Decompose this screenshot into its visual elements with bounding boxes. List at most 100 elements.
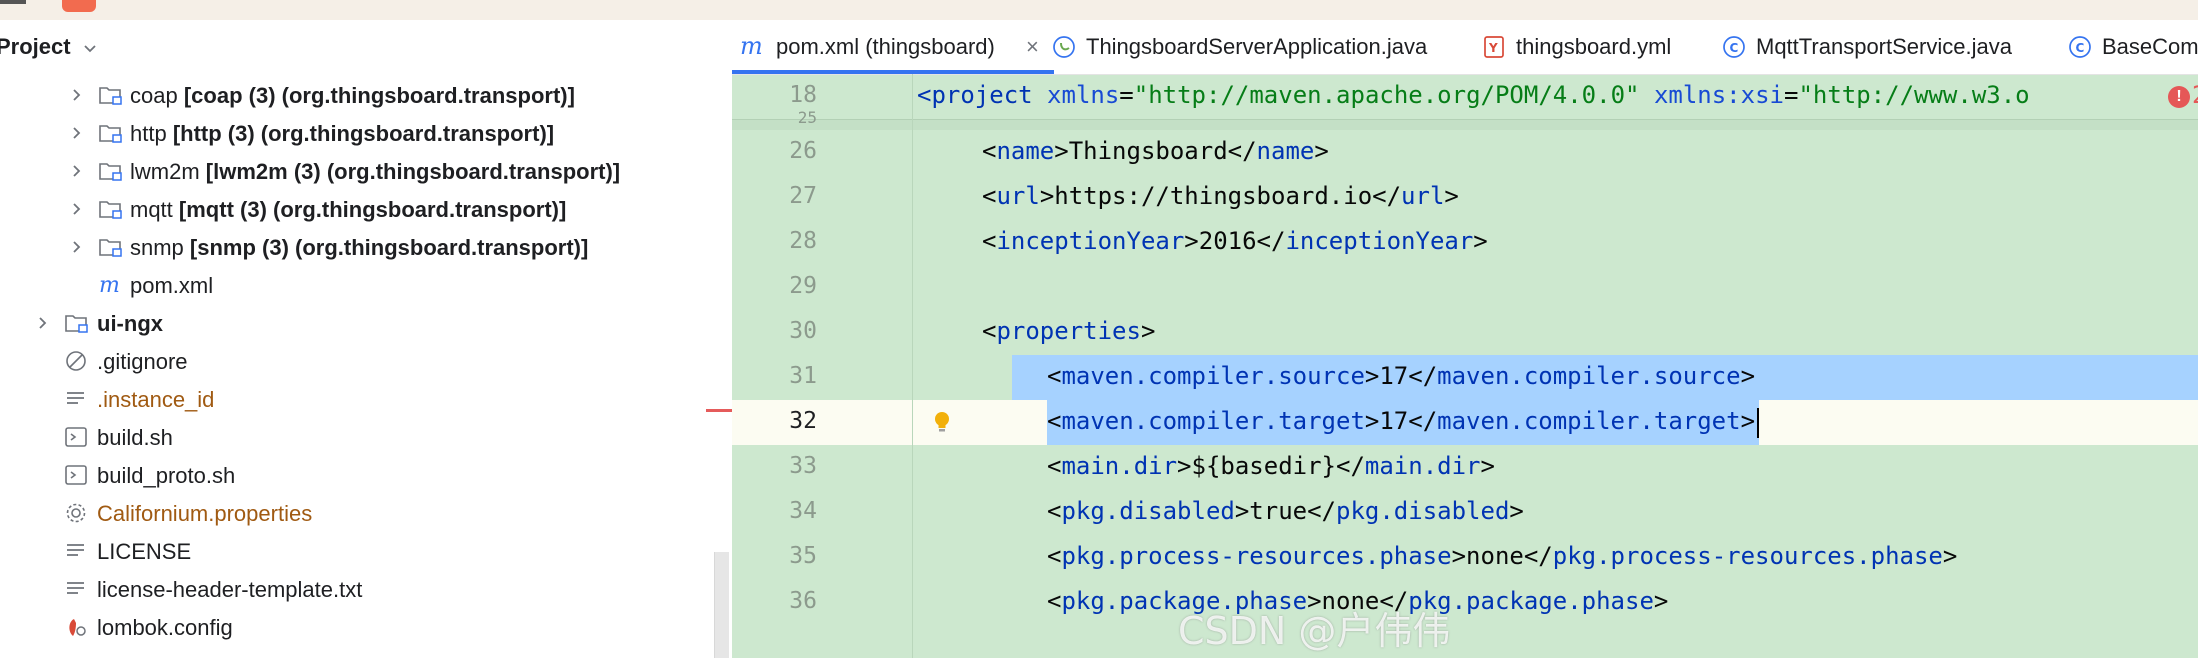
code-area[interactable]: 18 <project xmlns="http://maven.apache.or…: [732, 74, 2198, 658]
maven-icon: m: [740, 34, 763, 60]
code-line[interactable]: 26 <name>Thingsboard</name>: [732, 130, 2198, 175]
module-folder-icon: [99, 125, 122, 143]
tree-item-name: lwm2m: [130, 159, 200, 184]
code-line[interactable]: 18 <project xmlns="http://maven.apache.or…: [732, 74, 2198, 119]
tree-item-name: LICENSE: [97, 539, 192, 564]
close-icon[interactable]: ×: [1026, 34, 1039, 60]
folded-region[interactable]: 25: [732, 108, 2198, 130]
tree-item-detail: [lwm2m (3) (org.thingsboard.transport)]: [205, 159, 621, 184]
yaml-file-icon: Y: [1484, 36, 1504, 58]
change-marker: [706, 409, 732, 412]
code-line[interactable]: 33 <main.dir>${basedir}</main.dir>: [732, 445, 2198, 490]
code-text: <pkg.disabled>true</pkg.disabled>: [1047, 497, 1524, 525]
chili-config-icon: [69, 619, 86, 636]
code-line[interactable]: 36 <pkg.package.phase>none</pkg.package.p…: [732, 580, 2198, 625]
tree-item-detail: [mqtt (3) (org.thingsboard.transport)]: [178, 197, 567, 222]
tree-item-instance-id[interactable]: .instance_id: [0, 380, 732, 418]
line-number: 18: [789, 82, 817, 108]
tree-item-license[interactable]: LICENSE: [0, 532, 732, 570]
chevron-right-icon[interactable]: [68, 125, 84, 141]
line-number: 35: [789, 543, 817, 569]
error-badge-icon[interactable]: !: [2168, 86, 2190, 108]
text-file-icon: [67, 544, 84, 556]
tree-item-name: pom.xml: [130, 273, 214, 298]
tree-item-name: Californium.properties: [97, 501, 313, 526]
tree-item-build-proto-sh[interactable]: build_proto.sh: [0, 456, 732, 494]
main-menu-icon[interactable]: [0, 0, 26, 4]
tree-item-pom-xml[interactable]: m pom.xml: [0, 266, 732, 304]
tab-mqtt-transport-service[interactable]: C MqttTransportService.java: [1722, 20, 2042, 74]
code-line[interactable]: 31 <maven.compiler.source>17</maven.compi…: [732, 355, 2198, 400]
module-folder-icon: [65, 315, 88, 333]
svg-text:Y: Y: [1488, 41, 1498, 55]
class-icon: C: [2069, 36, 2091, 58]
chevron-right-icon[interactable]: [68, 163, 84, 179]
code-text: <pkg.process-resources.phase>none</pkg.p…: [1047, 542, 1958, 570]
code-text: <maven.compiler.source>17</maven.compile…: [1047, 362, 1756, 390]
line-number: 31: [789, 363, 817, 389]
chevron-down-icon[interactable]: [82, 40, 98, 56]
line-number: 25: [797, 108, 817, 127]
class-icon: C: [1723, 36, 1745, 58]
line-number: 29: [789, 273, 817, 299]
svg-text:C: C: [1730, 41, 1739, 55]
tree-item-name: coap: [130, 83, 178, 108]
svg-text:m: m: [740, 34, 763, 60]
shell-script-icon: [65, 465, 87, 485]
maven-icon: m: [99, 274, 120, 296]
error-count: 2: [2192, 81, 2198, 109]
code-line[interactable]: 27 <url>https://thingsboard.io</url>: [732, 175, 2198, 220]
tree-item-snmp[interactable]: snmp [snmp (3) (org.thingsboard.transpor…: [0, 228, 732, 266]
line-number: 26: [789, 138, 817, 164]
line-number: 33: [789, 453, 817, 479]
watermark: CSDN @户伟伟: [1178, 609, 1451, 653]
gear-icon: [66, 503, 86, 523]
title-bar: [0, 0, 2198, 20]
code-line[interactable]: 29: [732, 265, 2198, 310]
tab-label: MqttTransportService.java: [1756, 34, 2012, 59]
code-line[interactable]: 28 <inceptionYear>2016</inceptionYear>: [732, 220, 2198, 265]
code-line[interactable]: 32 <maven.compiler.target>17</maven.compi…: [732, 400, 2198, 445]
chevron-right-icon[interactable]: [68, 239, 84, 255]
tree-item-name: snmp: [130, 235, 184, 260]
text-file-icon: [67, 392, 84, 404]
tree-item-lombok-config[interactable]: lombok.config: [0, 608, 732, 646]
code-text: <name>Thingsboard</name>: [982, 137, 1329, 165]
line-number: 30: [789, 318, 817, 344]
code-line[interactable]: 34 <pkg.disabled>true</pkg.disabled>: [732, 490, 2198, 535]
tab-thingsboard-yml[interactable]: Y thingsboard.yml: [1482, 20, 1702, 74]
tree-item-build-sh[interactable]: build.sh: [0, 418, 732, 456]
tree-item-mqtt[interactable]: mqtt [mqtt (3) (org.thingsboard.transpor…: [0, 190, 732, 228]
tree-item-lwm2m[interactable]: lwm2m [lwm2m (3) (org.thingsboard.transp…: [0, 152, 732, 190]
tree-item-name: build.sh: [97, 425, 173, 450]
lightbulb-icon[interactable]: [932, 410, 952, 436]
chevron-right-icon[interactable]: [68, 87, 84, 103]
tree-item-name: build_proto.sh: [97, 463, 236, 488]
line-number: 27: [789, 183, 817, 209]
chevron-right-icon[interactable]: [68, 201, 84, 217]
tree-item-coap[interactable]: coap [coap (3) (org.thingsboard.transpor…: [0, 76, 732, 114]
line-number: 34: [789, 498, 817, 524]
project-title[interactable]: Project: [0, 34, 71, 60]
tree-item-license-header-template[interactable]: license-header-template.txt: [0, 570, 732, 608]
tree-item-http[interactable]: http [http (3) (org.thingsboard.transpor…: [0, 114, 732, 152]
code-text: <inceptionYear>2016</inceptionYear>: [982, 227, 1488, 255]
tree-item-ui-ngx[interactable]: ui-ngx: [0, 304, 732, 342]
code-line[interactable]: 30 <properties>: [732, 310, 2198, 355]
tab-label: thingsboard.yml: [1516, 34, 1672, 59]
code-line[interactable]: 35 <pkg.process-resources.phase>none</pkg…: [732, 535, 2198, 580]
tab-pom-xml[interactable]: m pom.xml (thingsboard) ×: [732, 20, 1062, 74]
project-scrollbar[interactable]: [714, 552, 729, 658]
tree-item-name: http: [130, 121, 167, 146]
tab-label: pom.xml (thingsboard): [776, 34, 995, 59]
editor-tabs: m pom.xml (thingsboard) × ThingsboardSer…: [732, 20, 2198, 75]
tree-item-gitignore[interactable]: .gitignore: [0, 342, 732, 380]
module-folder-icon: [99, 87, 122, 105]
tab-label: BaseCom: [2102, 34, 2198, 59]
tree-item-name: mqtt: [130, 197, 173, 222]
chevron-right-icon[interactable]: [34, 315, 50, 331]
tab-basecom[interactable]: C BaseCom: [2068, 20, 2198, 74]
project-header: Project: [0, 20, 732, 76]
tree-item-californium-properties[interactable]: Californium.properties: [0, 494, 732, 532]
tab-thingsboard-server-application[interactable]: ThingsboardServerApplication.java: [1052, 20, 1492, 74]
